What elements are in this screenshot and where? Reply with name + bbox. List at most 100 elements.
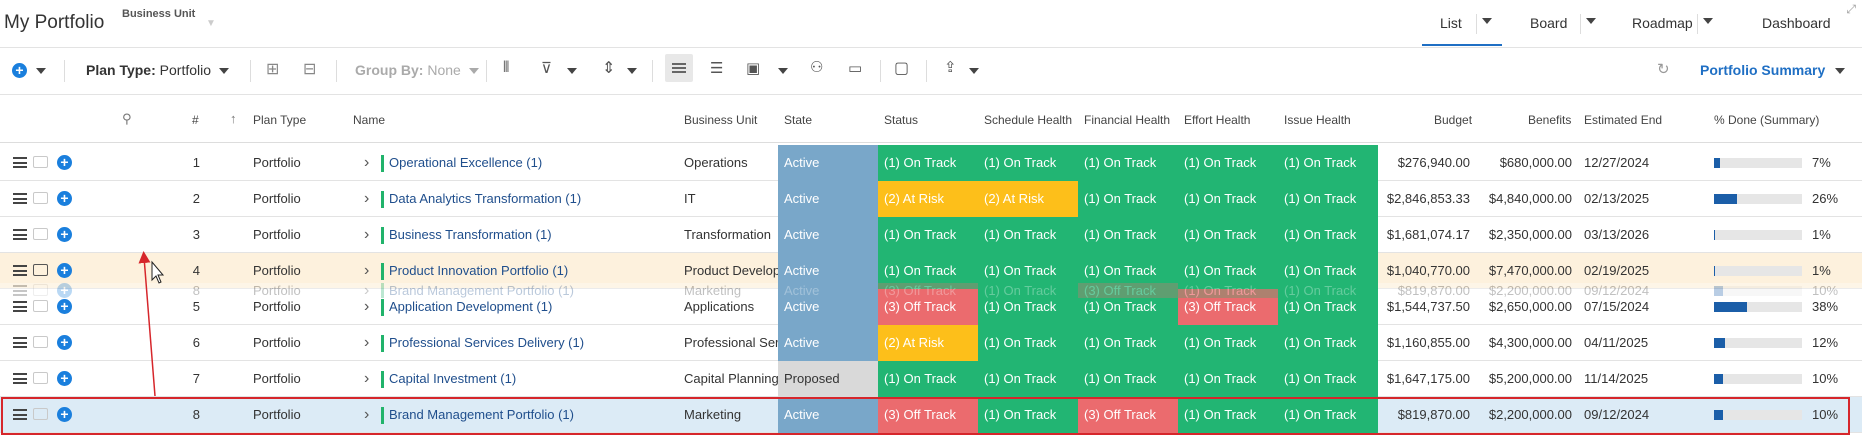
comment-icon[interactable] — [33, 408, 48, 420]
add-icon[interactable]: + — [12, 63, 27, 78]
chevron-right-icon[interactable]: › — [364, 217, 369, 253]
sort-ascending-icon[interactable]: ↑ — [230, 111, 237, 126]
progress-bar — [1714, 302, 1802, 312]
add-child-icon[interactable]: + — [57, 283, 72, 298]
hierarchy-icon[interactable]: ⚲ — [122, 111, 132, 127]
board-menu-caret-icon[interactable] — [1586, 18, 1596, 24]
row-name-link[interactable]: Brand Management Portfolio (1) — [389, 397, 679, 433]
drag-handle-icon[interactable] — [13, 193, 27, 204]
list-menu-caret-icon[interactable] — [1482, 18, 1492, 24]
comment-icon[interactable] — [33, 192, 48, 204]
tab-list[interactable]: List — [1440, 15, 1462, 31]
group-by-dropdown[interactable]: Group By: None — [355, 62, 479, 78]
table-row[interactable]: +6 Portfolio › Professional Services Delive… — [0, 325, 1862, 361]
column-header-number[interactable]: # — [192, 113, 199, 127]
resources-icon[interactable]: ⚇ — [810, 58, 823, 76]
drag-handle-icon[interactable] — [13, 285, 27, 296]
chevron-right-icon[interactable]: › — [364, 181, 369, 217]
business-unit-filter[interactable]: Business Unit — [122, 8, 195, 20]
portfolio-summary-button[interactable]: Portfolio Summary — [1700, 62, 1846, 78]
column-header-estimated-end[interactable]: Estimated End — [1584, 113, 1662, 127]
export-caret-icon[interactable] — [969, 68, 979, 74]
comment-icon[interactable] — [33, 284, 48, 296]
drag-handle-icon[interactable] — [13, 301, 27, 312]
table-row[interactable]: +2 Portfolio › Data Analytics Transformatio… — [0, 181, 1862, 217]
drag-handle-icon[interactable] — [13, 409, 27, 420]
chevron-right-icon[interactable]: › — [364, 325, 369, 361]
chevron-right-icon[interactable]: › — [364, 361, 369, 397]
add-child-icon[interactable]: + — [57, 371, 72, 386]
comment-icon[interactable] — [33, 336, 48, 348]
add-child-icon[interactable]: + — [57, 227, 72, 242]
column-header-benefits[interactable]: Benefits — [1528, 113, 1571, 127]
expand-all-icon[interactable]: ⊞ — [266, 59, 279, 79]
column-header-business-unit[interactable]: Business Unit — [684, 113, 757, 127]
row-height-caret-icon[interactable] — [627, 68, 637, 74]
comment-icon[interactable] — [33, 156, 48, 168]
row-name-link[interactable]: Data Analytics Transformation (1) — [389, 181, 679, 217]
row-height-icon[interactable]: ⇕ — [602, 58, 615, 78]
table-row[interactable]: +8 Portfolio › Brand Management Portfolio (… — [0, 397, 1862, 433]
expand-icon[interactable]: ⤢ — [1846, 2, 1856, 17]
benefits: $2,200,000.00 — [1488, 407, 1572, 422]
add-child-icon[interactable]: + — [57, 407, 72, 422]
progress-fill — [1714, 302, 1748, 312]
add-child-icon[interactable]: + — [57, 191, 72, 206]
table-row[interactable]: +1 Portfolio › Operational Excellence (1) Op… — [0, 145, 1862, 181]
cost-icon[interactable]: ▭ — [848, 59, 862, 77]
filter-menu-caret-icon[interactable] — [567, 68, 577, 74]
refresh-icon[interactable]: ↻ — [1657, 60, 1670, 78]
row-name-link[interactable]: Operational Excellence (1) — [389, 145, 679, 181]
add-child-icon[interactable]: + — [57, 263, 72, 278]
chevron-right-icon[interactable]: › — [364, 397, 369, 433]
indent-icon[interactable]: ☰ — [710, 59, 723, 77]
drag-handle-icon[interactable] — [13, 373, 27, 384]
filter-icon[interactable]: ⊽ — [541, 59, 552, 77]
list-view-icon[interactable] — [665, 54, 693, 82]
tab-dashboard[interactable]: Dashboard — [1762, 15, 1831, 31]
layout-caret-icon[interactable] — [778, 68, 788, 74]
column-header-state[interactable]: State — [784, 113, 812, 127]
add-child-icon[interactable]: + — [57, 155, 72, 170]
row-name-link[interactable]: Business Transformation (1) — [389, 217, 679, 253]
column-header-plan-type[interactable]: Plan Type — [253, 113, 306, 127]
ghost-row[interactable]: +8 Portfolio › Brand Management Portfolio (… — [0, 283, 1862, 298]
column-header-percent-done[interactable]: % Done (Summary) — [1714, 113, 1819, 127]
table-row[interactable]: +3 Portfolio › Business Transformation (1) T… — [0, 217, 1862, 253]
comment-icon[interactable]: ▢ — [894, 58, 909, 78]
drag-handle-icon[interactable] — [13, 157, 27, 168]
column-header-schedule-health[interactable]: Schedule Health — [984, 113, 1072, 127]
active-tab-indicator — [1422, 44, 1502, 46]
chevron-right-icon[interactable]: › — [364, 145, 369, 181]
column-header-status[interactable]: Status — [884, 113, 918, 127]
column-header-name[interactable]: Name — [353, 113, 385, 127]
column-header-issue-health[interactable]: Issue Health — [1284, 113, 1351, 127]
drag-handle-icon[interactable] — [13, 265, 27, 276]
comment-icon[interactable] — [33, 300, 48, 312]
plan-type-dropdown[interactable]: Plan Type: Portfolio — [86, 62, 229, 78]
column-header-budget[interactable]: Budget — [1434, 113, 1472, 127]
tab-board[interactable]: Board — [1530, 15, 1567, 31]
column-header-financial-health[interactable]: Financial Health — [1084, 113, 1170, 127]
layout-icon[interactable]: ▣ — [746, 59, 760, 77]
tab-roadmap[interactable]: Roadmap — [1632, 15, 1693, 31]
comment-icon[interactable] — [33, 264, 48, 276]
drag-handle-icon[interactable] — [13, 229, 27, 240]
columns-icon[interactable]: ⫴ — [503, 59, 509, 76]
column-header-effort-health[interactable]: Effort Health — [1184, 113, 1250, 127]
roadmap-menu-caret-icon[interactable] — [1703, 18, 1713, 24]
add-menu-caret-icon[interactable] — [36, 68, 46, 74]
row-name-link[interactable]: Brand Management Portfolio (1) — [389, 283, 679, 298]
comment-icon[interactable] — [33, 228, 48, 240]
export-icon[interactable]: ⇪ — [944, 58, 957, 76]
drag-handle-icon[interactable] — [13, 337, 27, 348]
row-name-link[interactable]: Capital Investment (1) — [389, 361, 679, 397]
collapse-all-icon[interactable]: ⊟ — [303, 59, 316, 79]
row-name-link[interactable]: Professional Services Delivery (1) — [389, 325, 679, 361]
chevron-right-icon[interactable]: › — [364, 283, 369, 298]
table-row[interactable]: +7 Portfolio › Capital Investment (1) Capita… — [0, 361, 1862, 397]
add-child-icon[interactable]: + — [57, 299, 72, 314]
comment-icon[interactable] — [33, 372, 48, 384]
chevron-down-icon[interactable]: ▼ — [206, 18, 216, 29]
add-child-icon[interactable]: + — [57, 335, 72, 350]
